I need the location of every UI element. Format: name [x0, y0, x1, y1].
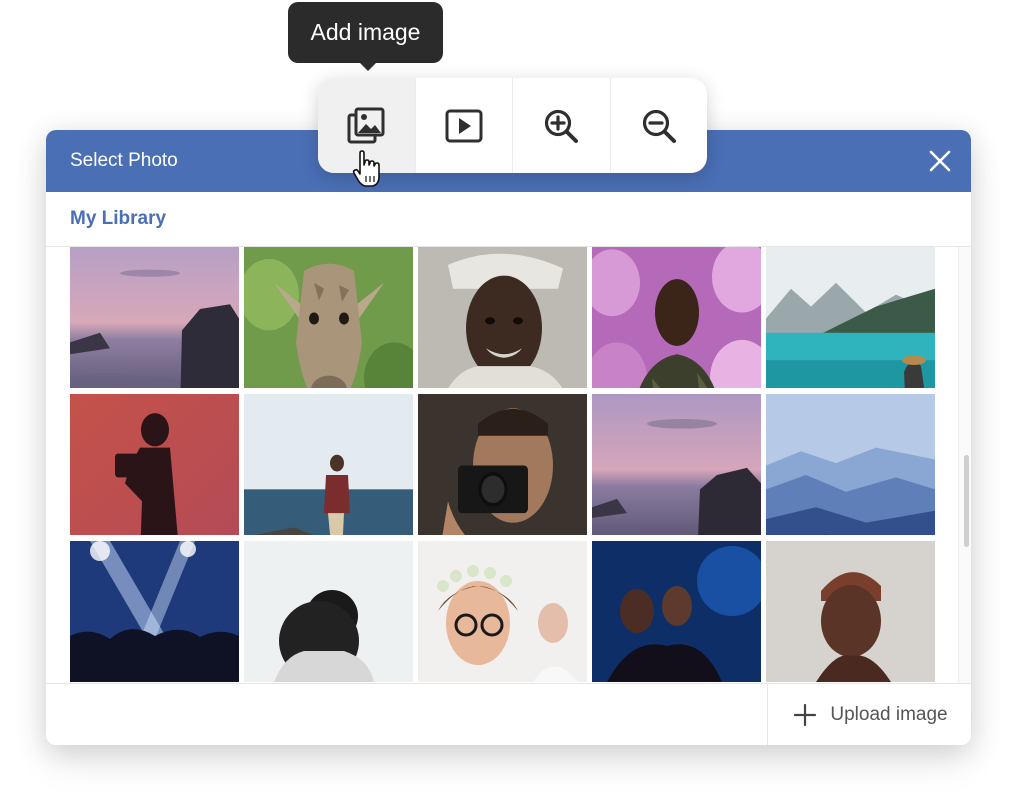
- zoom-out-button[interactable]: [611, 78, 708, 173]
- photo-thumbnail[interactable]: [418, 247, 587, 388]
- woman-bun-image: [244, 541, 413, 682]
- add-image-icon: [347, 107, 385, 143]
- camera-man-image: [418, 394, 587, 535]
- elderly-man-image: [418, 247, 587, 388]
- photo-grid-area: [46, 247, 971, 683]
- upload-image-button[interactable]: Upload image: [767, 684, 971, 745]
- photo-grid: [70, 247, 938, 682]
- night-friends-image: [592, 541, 761, 682]
- sunset-coast-image: [592, 394, 761, 535]
- hand-cursor-icon: [352, 150, 380, 187]
- photo-thumbnail[interactable]: [70, 394, 239, 535]
- giraffe-image: [244, 247, 413, 388]
- photo-thumbnail[interactable]: [244, 247, 413, 388]
- photo-thumbnail[interactable]: [70, 541, 239, 682]
- scrollbar[interactable]: [958, 247, 971, 683]
- video-button[interactable]: [416, 78, 513, 173]
- plus-icon: [794, 703, 817, 727]
- silhouette-image: [70, 394, 239, 535]
- photo-thumbnail[interactable]: [766, 541, 935, 682]
- library-bar: My Library: [46, 192, 971, 247]
- dialog-footer: Upload image: [46, 683, 971, 745]
- photo-thumbnail[interactable]: [766, 247, 935, 388]
- photo-thumbnail[interactable]: [592, 541, 761, 682]
- photo-thumbnail[interactable]: [592, 247, 761, 388]
- photo-thumbnail[interactable]: [766, 394, 935, 535]
- blue-mountains-image: [766, 394, 935, 535]
- dialog-title: Select Photo: [70, 150, 178, 171]
- add-image-tooltip: Add image: [288, 2, 443, 71]
- photo-thumbnail[interactable]: [70, 247, 239, 388]
- close-button[interactable]: [925, 146, 955, 176]
- sunset-coast-image: [70, 247, 239, 388]
- close-icon: [929, 150, 951, 172]
- select-photo-dialog: Select Photo My Library Upload image: [46, 130, 971, 745]
- mountain-lake-image: [766, 247, 935, 388]
- zoom-in-icon: [545, 109, 579, 143]
- photo-thumbnail[interactable]: [418, 394, 587, 535]
- concert-image: [70, 541, 239, 682]
- upload-image-label: Upload image: [830, 704, 948, 725]
- seaside-man-image: [244, 394, 413, 535]
- photo-thumbnail[interactable]: [244, 541, 413, 682]
- photo-thumbnail[interactable]: [418, 541, 587, 682]
- woman-headwrap-image: [766, 541, 935, 682]
- zoom-out-icon: [642, 109, 676, 143]
- photo-thumbnail[interactable]: [244, 394, 413, 535]
- tab-my-library[interactable]: My Library: [70, 192, 166, 246]
- scrollbar-thumb[interactable]: [964, 455, 969, 547]
- play-video-icon: [445, 109, 483, 142]
- photo-thumbnail[interactable]: [592, 394, 761, 535]
- flower-crown-image: [418, 541, 587, 682]
- zoom-in-button[interactable]: [513, 78, 611, 173]
- canvas: Add image Select Photo My Library Upload…: [0, 0, 1017, 811]
- man-flowers-image: [592, 247, 761, 388]
